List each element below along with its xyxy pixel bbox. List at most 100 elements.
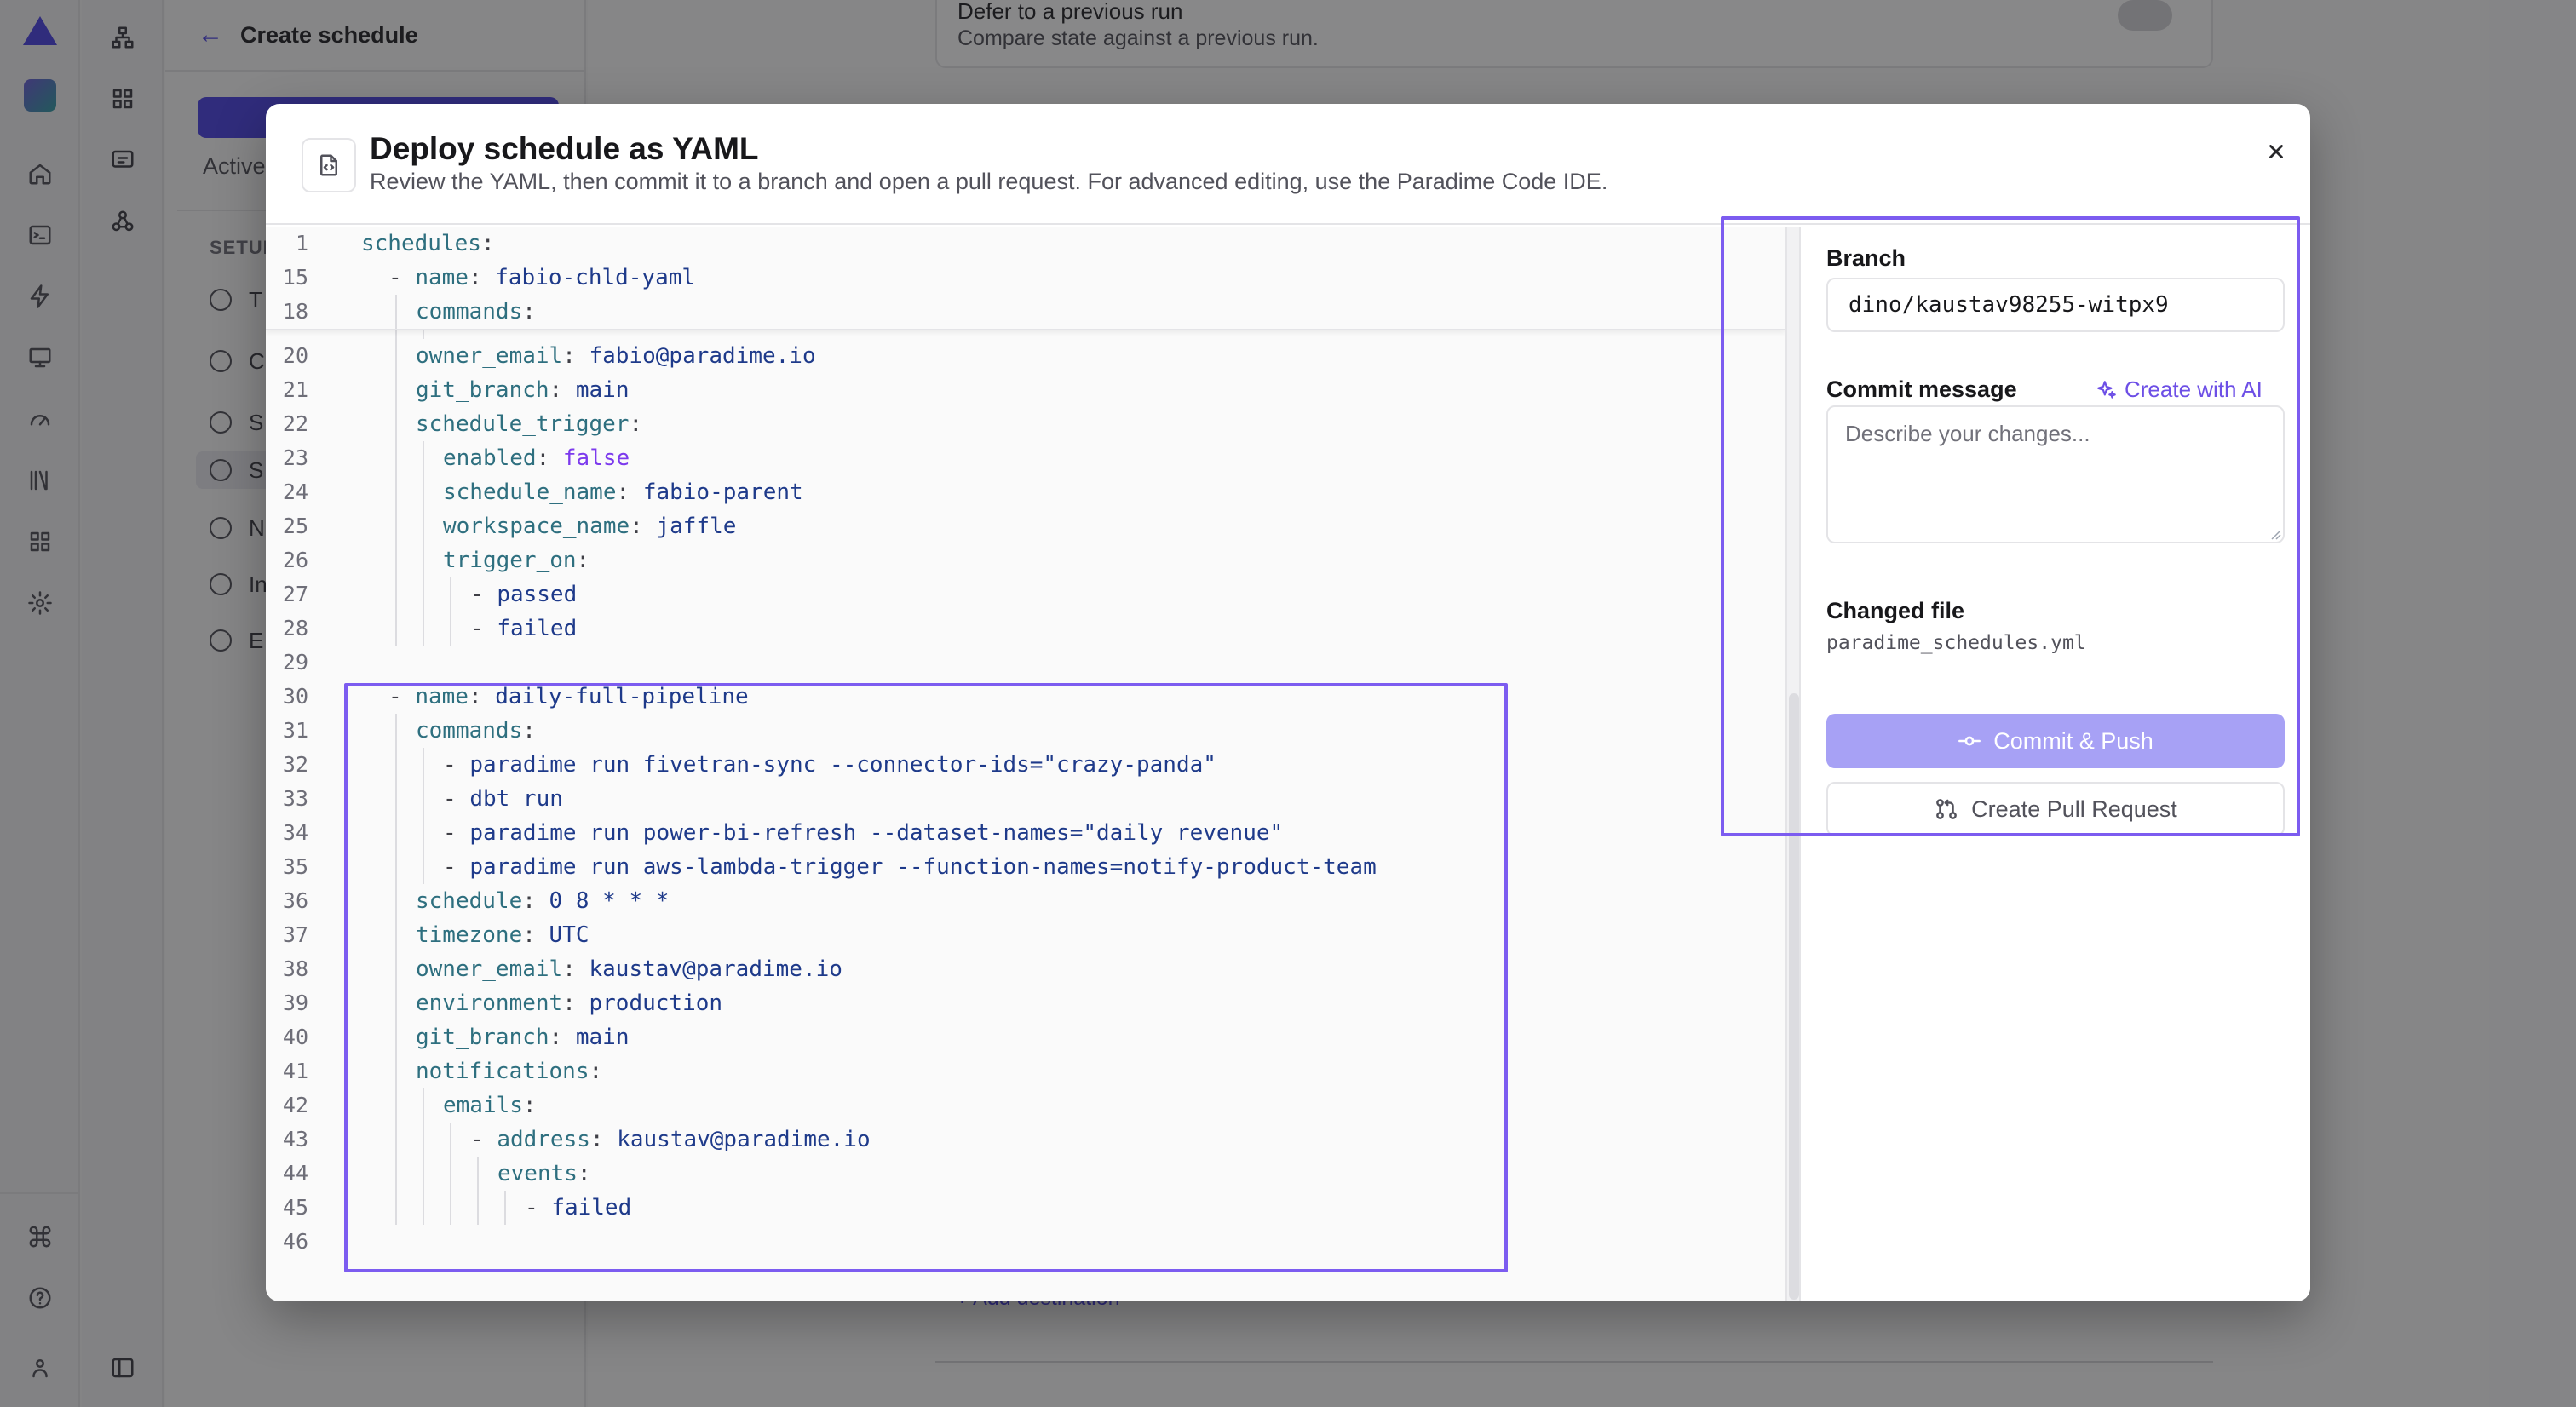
code-token: : bbox=[629, 411, 643, 437]
code-text: environment: production bbox=[416, 986, 722, 1020]
code-line[interactable]: 37 timezone: UTC bbox=[266, 918, 1785, 952]
code-line[interactable]: 27 - passed bbox=[266, 577, 1785, 612]
indent-guide bbox=[395, 1020, 397, 1054]
code-token: kaustav@paradime.io bbox=[589, 956, 842, 982]
code-token: - bbox=[443, 752, 470, 778]
code-line[interactable]: 46 bbox=[266, 1225, 1785, 1259]
code-text: - paradime run fivetran-sync --connector… bbox=[443, 748, 1216, 782]
yaml-code-editor[interactable]: 19- dbt run20owner_email: fabio@paradime… bbox=[266, 227, 1785, 1301]
indent-guide bbox=[423, 850, 424, 884]
code-text: owner_email: kaustav@paradime.io bbox=[416, 952, 842, 986]
code-token: paradime run power-bi-refresh --dataset-… bbox=[469, 820, 1284, 846]
line-number: 32 bbox=[282, 752, 308, 777]
indent-guide bbox=[423, 1088, 424, 1123]
code-text: emails: bbox=[443, 1088, 537, 1123]
close-icon[interactable] bbox=[2254, 129, 2298, 174]
indent-guide bbox=[477, 1157, 479, 1191]
code-token: schedules bbox=[361, 231, 481, 256]
code-line[interactable]: 45 - failed bbox=[266, 1191, 1785, 1225]
indent-guide bbox=[395, 1157, 397, 1191]
branch-input[interactable] bbox=[1826, 278, 2285, 332]
code-token: kaustav@paradime.io bbox=[617, 1127, 871, 1152]
code-line[interactable]: 20 owner_email: fabio@paradime.io bbox=[266, 339, 1785, 373]
line-number: 23 bbox=[282, 445, 308, 470]
create-pull-request-button[interactable]: Create Pull Request bbox=[1826, 782, 2285, 836]
code-line[interactable]: 42 emails: bbox=[266, 1088, 1785, 1123]
indent-guide bbox=[423, 1191, 424, 1225]
indent-guide bbox=[395, 986, 397, 1020]
line-number: 39 bbox=[282, 991, 308, 1015]
code-text: - passed bbox=[470, 577, 577, 612]
line-number: 25 bbox=[282, 514, 308, 538]
indent-guide bbox=[395, 748, 397, 782]
code-line[interactable]: 39 environment: production bbox=[266, 986, 1785, 1020]
code-file-icon bbox=[302, 138, 356, 192]
code-text: workspace_name: jaffle bbox=[443, 509, 736, 543]
line-number: 24 bbox=[282, 480, 308, 504]
code-line[interactable]: 1 schedules: bbox=[266, 227, 1785, 261]
code-line[interactable]: 26 trigger_on: bbox=[266, 543, 1785, 577]
code-token: - bbox=[388, 684, 416, 709]
line-number: 42 bbox=[282, 1093, 308, 1117]
code-line[interactable]: 22 schedule_trigger: bbox=[266, 407, 1785, 441]
create-with-ai-button[interactable]: Create with AI bbox=[2096, 376, 2263, 403]
code-text: git_branch: main bbox=[416, 373, 629, 407]
code-token: : bbox=[549, 377, 576, 403]
code-line[interactable]: 43 - address: kaustav@paradime.io bbox=[266, 1123, 1785, 1157]
changed-file-label: Changed file bbox=[1826, 598, 1965, 623]
code-line[interactable]: 24 schedule_name: fabio-parent bbox=[266, 475, 1785, 509]
code-line[interactable]: 34 - paradime run power-bi-refresh --data… bbox=[266, 816, 1785, 850]
code-line[interactable]: 25 workspace_name: jaffle bbox=[266, 509, 1785, 543]
editor-scrollbar[interactable] bbox=[1785, 227, 1799, 1301]
code-line[interactable]: 32 - paradime run fivetran-sync --connect… bbox=[266, 748, 1785, 782]
code-token: : bbox=[549, 1025, 576, 1050]
commit-message-label: Commit message bbox=[1826, 376, 2017, 402]
line-number: 43 bbox=[282, 1127, 308, 1151]
code-token: emails bbox=[443, 1093, 523, 1118]
code-text: commands: bbox=[416, 714, 536, 748]
commit-message-textarea[interactable] bbox=[1826, 405, 2285, 543]
code-token: enabled bbox=[443, 445, 537, 471]
code-line[interactable]: 30 - name: daily-full-pipeline bbox=[266, 680, 1785, 714]
code-line[interactable]: 44 events: bbox=[266, 1157, 1785, 1191]
code-line[interactable]: 15 - name: fabio-chld-yaml bbox=[266, 261, 1785, 295]
line-number: 38 bbox=[282, 956, 308, 981]
code-line[interactable]: 29 bbox=[266, 646, 1785, 680]
indent-guide bbox=[395, 782, 397, 816]
line-number: 29 bbox=[282, 650, 308, 675]
code-line[interactable]: 35 - paradime run aws-lambda-trigger --fu… bbox=[266, 850, 1785, 884]
resize-grip-icon[interactable] bbox=[2269, 528, 2281, 540]
create-pull-request-label: Create Pull Request bbox=[1971, 795, 2177, 822]
code-text: owner_email: fabio@paradime.io bbox=[416, 339, 816, 373]
commit-push-button[interactable]: Commit & Push bbox=[1826, 714, 2285, 768]
code-line[interactable]: 40 git_branch: main bbox=[266, 1020, 1785, 1054]
code-token: - bbox=[443, 854, 470, 880]
editor-scroll-thumb[interactable] bbox=[1789, 693, 1799, 1300]
code-line[interactable]: 28 - failed bbox=[266, 612, 1785, 646]
code-line[interactable]: 41 notifications: bbox=[266, 1054, 1785, 1088]
code-line[interactable]: 36 schedule: 0 8 * * * bbox=[266, 884, 1785, 918]
code-line[interactable]: 21 git_branch: main bbox=[266, 373, 1785, 407]
code-token: : bbox=[468, 265, 496, 290]
line-number: 27 bbox=[282, 582, 308, 606]
indent-guide bbox=[423, 577, 424, 612]
code-line[interactable]: 38 owner_email: kaustav@paradime.io bbox=[266, 952, 1785, 986]
code-text: trigger_on: bbox=[443, 543, 589, 577]
code-token: passed bbox=[497, 582, 578, 607]
modal-title: Deploy schedule as YAML bbox=[370, 131, 759, 166]
code-line[interactable]: 18 commands: bbox=[266, 295, 1785, 329]
indent-guide bbox=[395, 509, 397, 543]
code-text: notifications: bbox=[416, 1054, 602, 1088]
indent-guide bbox=[395, 441, 397, 475]
code-token: owner_email bbox=[416, 343, 563, 369]
code-line[interactable]: 33 - dbt run bbox=[266, 782, 1785, 816]
code-line[interactable]: 23 enabled: false bbox=[266, 441, 1785, 475]
indent-guide bbox=[395, 475, 397, 509]
code-token: schedule bbox=[416, 888, 523, 914]
code-line[interactable]: 31 commands: bbox=[266, 714, 1785, 748]
line-number: 15 bbox=[282, 265, 308, 290]
code-token: daily-full-pipeline bbox=[495, 684, 749, 709]
code-token: : bbox=[480, 231, 495, 256]
code-text: - paradime run aws-lambda-trigger --func… bbox=[443, 850, 1377, 884]
code-text: git_branch: main bbox=[416, 1020, 629, 1054]
